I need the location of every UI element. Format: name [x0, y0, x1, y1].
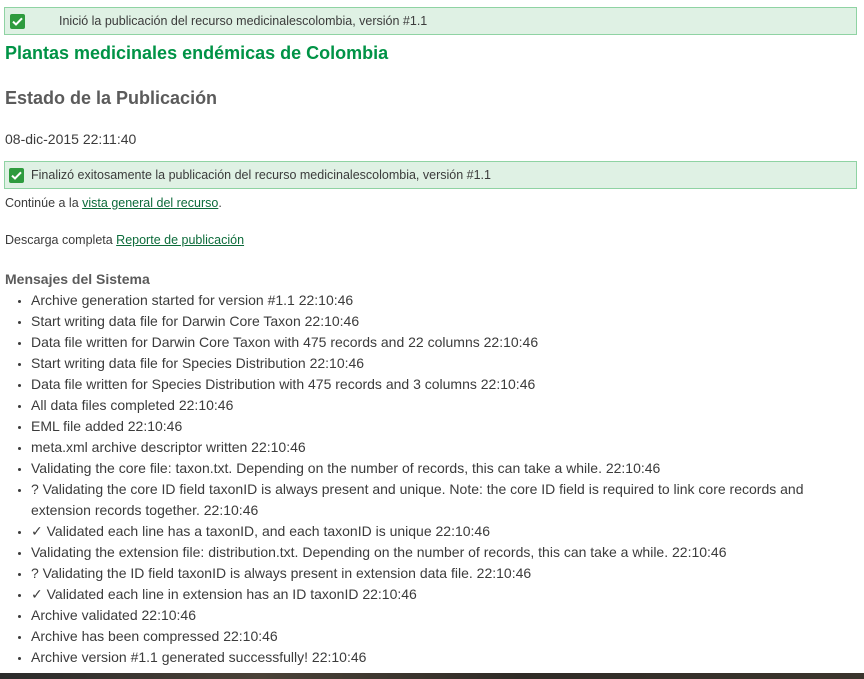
continue-line: Continúe a la vista general del recurso. — [5, 196, 222, 210]
publication-timestamp: 08-dic-2015 22:11:40 — [5, 131, 137, 147]
alert-message: Inició la publicación del recurso medici… — [59, 14, 428, 28]
resource-title: Plantas medicinales endémicas de Colombi… — [5, 43, 389, 63]
download-prefix: Descarga completa — [5, 233, 117, 247]
message-item: Start writing data file for Darwin Core … — [31, 311, 850, 332]
check-icon — [9, 167, 24, 183]
continue-suffix: . — [218, 196, 222, 210]
message-item: Start writing data file for Species Dist… — [31, 353, 850, 374]
message-item: Archive has been compressed 22:10:46 — [31, 626, 850, 647]
download-line: Descarga completa Reporte de publicación — [5, 233, 244, 247]
bottom-strip — [0, 673, 864, 679]
publication-success-alert: Finalizó exitosamente la publicación del… — [4, 161, 857, 189]
message-item: Validating the extension file: distribut… — [31, 542, 850, 563]
message-item: ✓ Validated each line in extension has a… — [31, 584, 850, 605]
alert-message: Finalizó exitosamente la publicación del… — [31, 168, 491, 182]
continue-prefix: Continúe a la — [5, 196, 83, 210]
message-item: Data file written for Darwin Core Taxon … — [31, 332, 850, 353]
message-item: Archive generation started for version #… — [31, 290, 850, 311]
message-item: Archive version #1.1 generated successfu… — [31, 647, 850, 668]
message-item: Data file written for Species Distributi… — [31, 374, 850, 395]
message-item: Archive validated 22:10:46 — [31, 605, 850, 626]
publication-started-alert: Inició la publicación del recurso medici… — [4, 7, 857, 35]
message-item: ✓ Validated each line has a taxonID, and… — [31, 521, 850, 542]
system-messages-heading: Mensajes del Sistema — [5, 271, 150, 287]
message-item: Validating the core file: taxon.txt. Dep… — [31, 458, 850, 479]
message-item: EML file added 22:10:46 — [31, 416, 850, 437]
page-title: Estado de la Publicación — [5, 88, 218, 108]
message-item: All data files completed 22:10:46 — [31, 395, 850, 416]
resource-overview-link[interactable]: vista general del recurso — [82, 196, 218, 210]
message-item: ? Validating the core ID field taxonID i… — [31, 479, 850, 521]
system-messages-list: Archive generation started for version #… — [0, 290, 850, 668]
publication-report-link[interactable]: Reporte de publicación — [116, 233, 244, 247]
check-icon — [10, 13, 25, 29]
message-item: meta.xml archive descriptor written 22:1… — [31, 437, 850, 458]
message-item: ? Validating the ID field taxonID is alw… — [31, 563, 850, 584]
